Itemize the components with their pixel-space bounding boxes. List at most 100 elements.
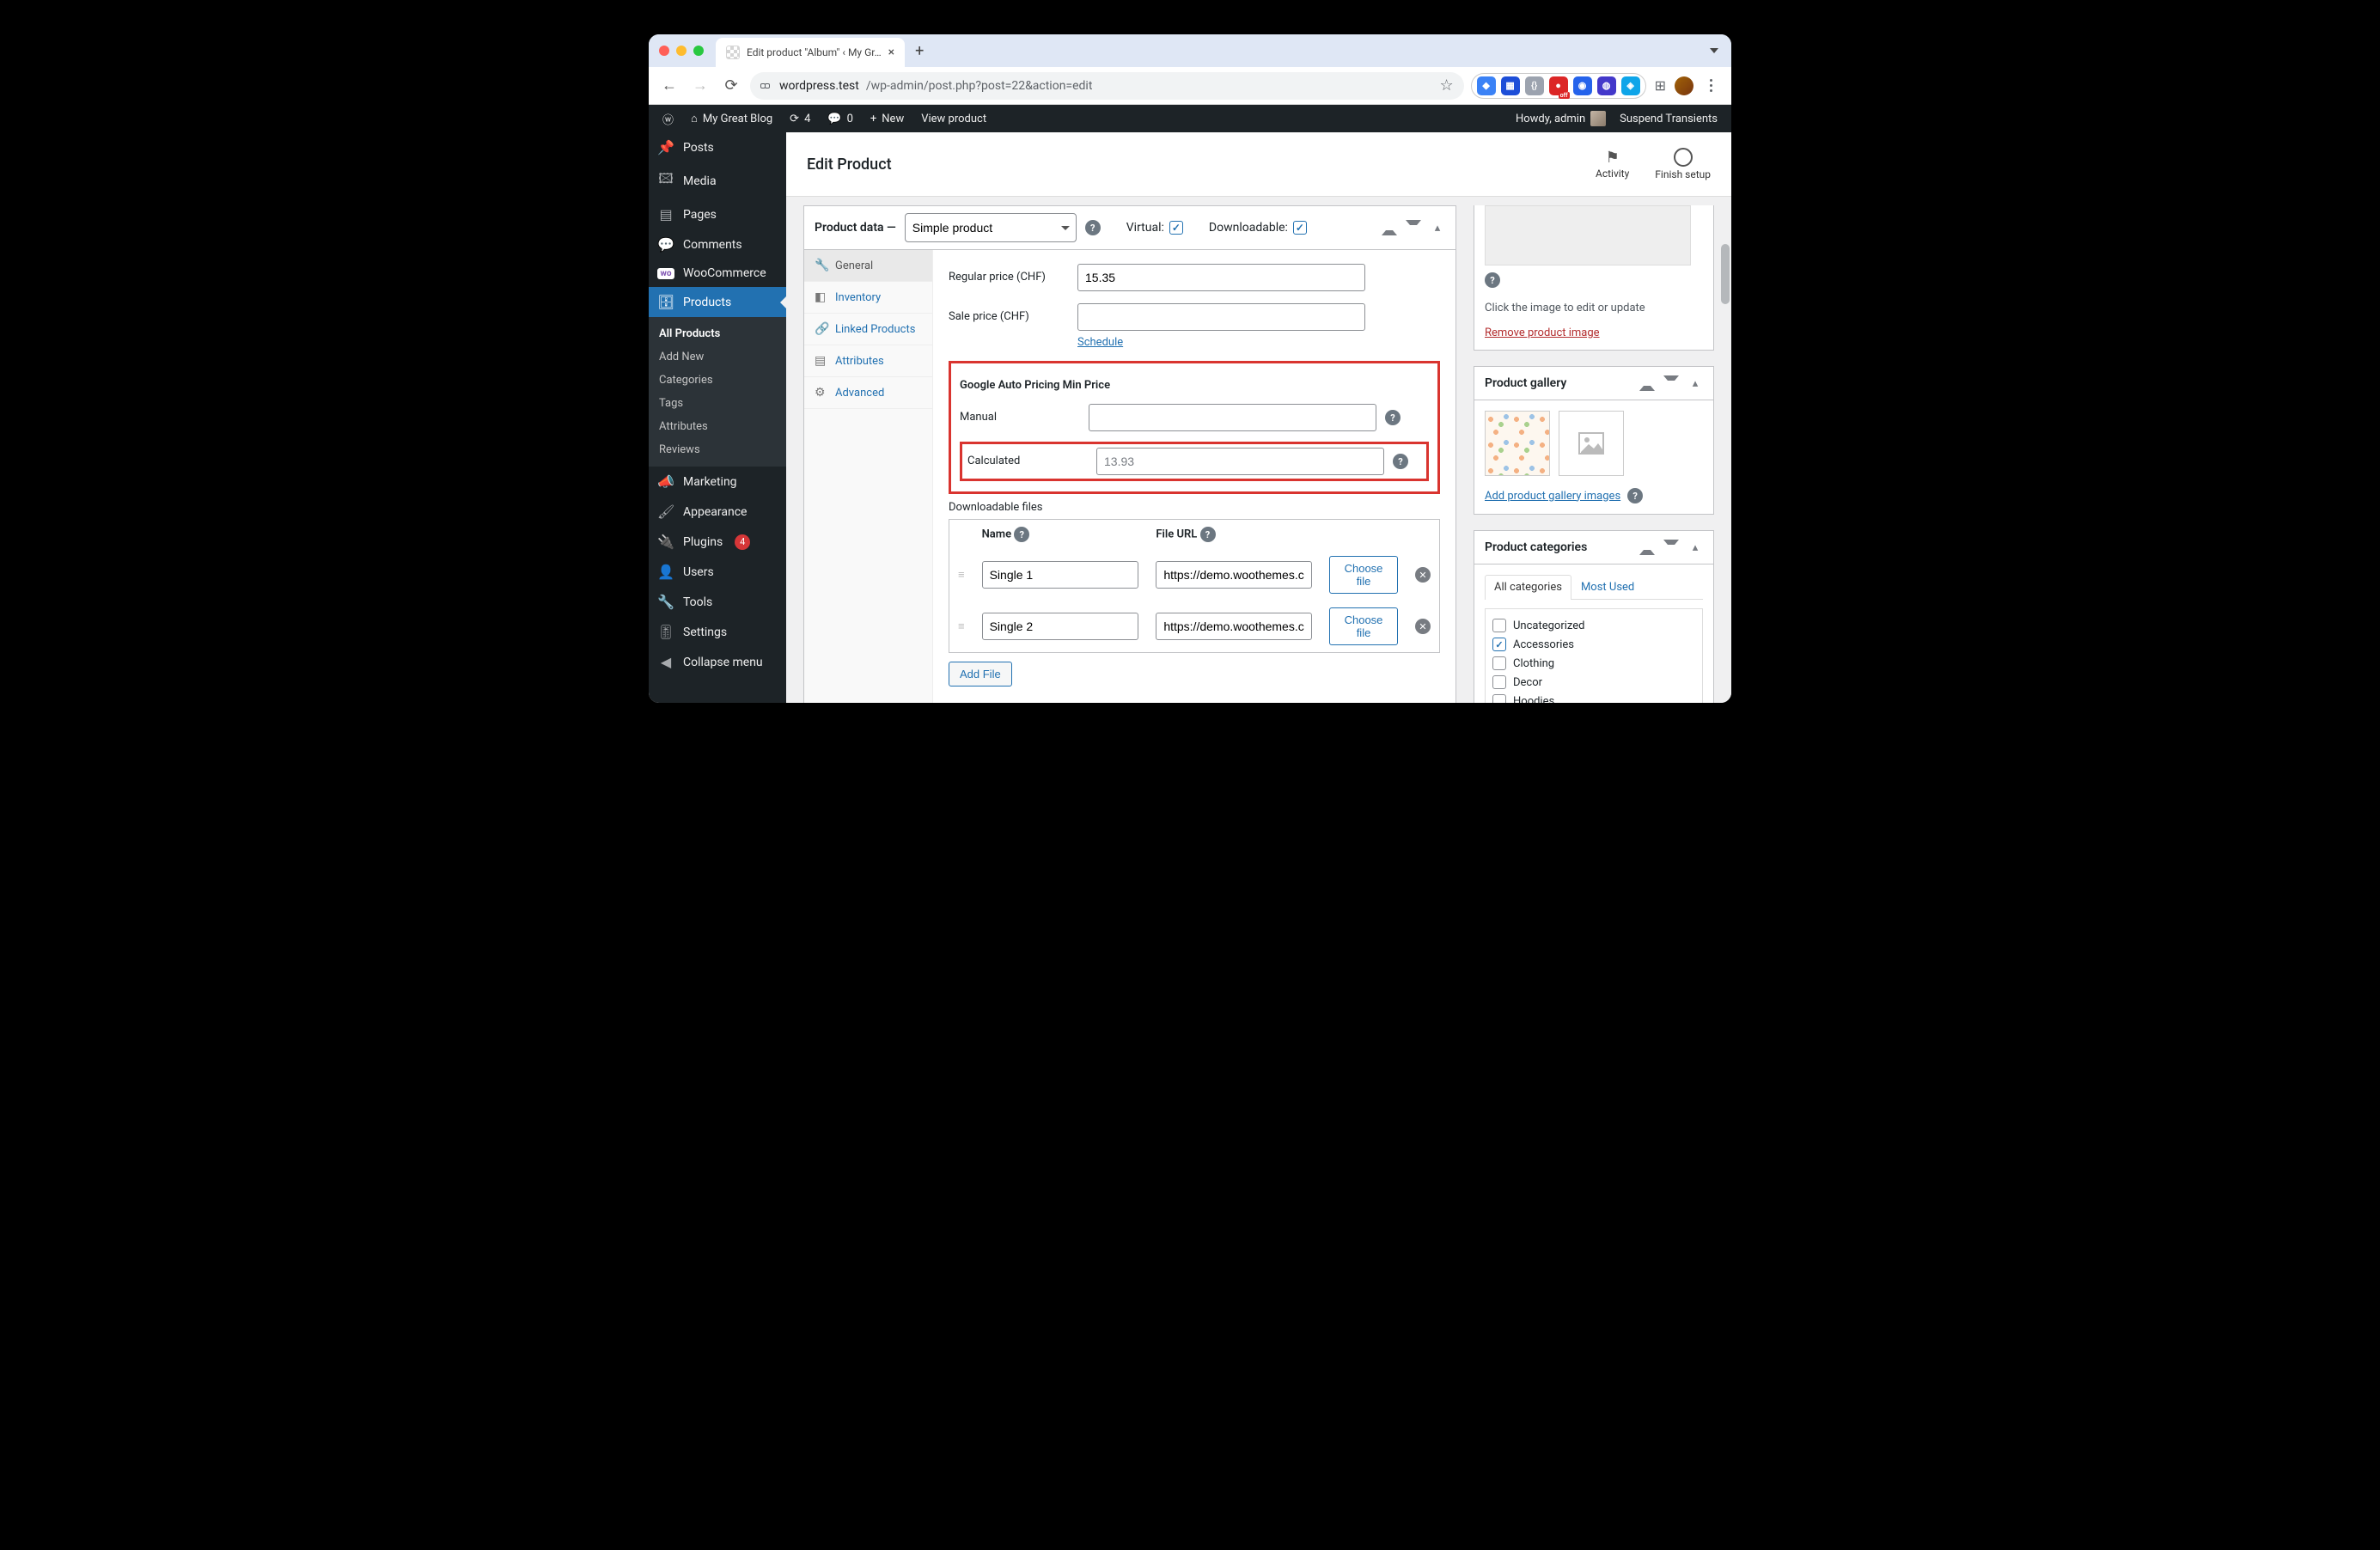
tab-advanced[interactable]: ⚙Advanced [804, 377, 932, 409]
choose-file-button[interactable]: Choose file [1329, 607, 1398, 645]
gallery-thumbnail[interactable] [1485, 411, 1550, 476]
menu-tools[interactable]: 🔧Tools [649, 587, 786, 617]
nav-back-icon[interactable]: ← [657, 74, 681, 98]
extensions-puzzle-icon[interactable]: ⊞ [1651, 77, 1669, 94]
help-icon[interactable]: ? [1014, 527, 1029, 542]
product-type-select[interactable]: Simple product [905, 213, 1077, 242]
scrollbar-thumb[interactable] [1721, 244, 1730, 304]
add-file-button[interactable]: Add File [949, 662, 1012, 687]
menu-plugins[interactable]: 🔌Plugins4 [649, 527, 786, 557]
site-name-link[interactable]: ⌂My Great Blog [684, 105, 779, 132]
remove-product-image-link[interactable]: Remove product image [1485, 326, 1600, 339]
extension-icon[interactable]: ◍ [1597, 76, 1616, 95]
add-gallery-images-link[interactable]: Add product gallery images [1485, 490, 1620, 503]
tab-close-icon[interactable]: × [888, 46, 894, 59]
window-min-dot[interactable] [676, 46, 687, 56]
category-item[interactable]: Clothing [1492, 654, 1695, 673]
drag-handle-icon[interactable]: ≡ [958, 620, 965, 633]
help-icon[interactable]: ? [1085, 220, 1101, 235]
help-icon[interactable]: ? [1393, 454, 1408, 469]
category-tab-all[interactable]: All categories [1485, 575, 1571, 600]
panel-toggle-icon[interactable]: ▴ [1687, 540, 1703, 555]
category-checkbox[interactable] [1492, 619, 1506, 632]
profile-avatar-icon[interactable] [1675, 76, 1693, 95]
category-item[interactable]: Hoodies [1492, 692, 1695, 703]
category-item[interactable]: Accessories [1492, 635, 1695, 654]
window-max-dot[interactable] [693, 46, 704, 56]
panel-down-icon[interactable] [1406, 220, 1421, 235]
wp-logo-icon[interactable]: ⓦ [656, 105, 680, 132]
nav-reload-icon[interactable]: ⟳ [719, 74, 743, 98]
menu-users[interactable]: 👤Users [649, 557, 786, 587]
delete-row-icon[interactable]: ✕ [1415, 567, 1431, 583]
file-url-input[interactable] [1156, 561, 1312, 589]
panel-toggle-icon[interactable]: ▴ [1687, 375, 1703, 391]
extension-icon[interactable]: ◆ [1477, 76, 1496, 95]
menu-woocommerce[interactable]: woWooCommerce [649, 259, 786, 287]
schedule-link[interactable]: Schedule [1077, 336, 1123, 349]
category-checkbox[interactable] [1492, 656, 1506, 670]
menu-media[interactable]: 🖾Media [649, 162, 786, 199]
submenu-reviews[interactable]: Reviews [649, 438, 786, 461]
site-info-icon[interactable] [760, 83, 772, 88]
new-content-link[interactable]: +New [864, 105, 911, 132]
tab-inventory[interactable]: ◧Inventory [804, 282, 932, 314]
sale-price-input[interactable] [1077, 303, 1365, 331]
delete-row-icon[interactable]: ✕ [1415, 619, 1431, 634]
browser-tab[interactable]: Edit product "Album" ‹ My Gr… × [716, 38, 905, 67]
panel-up-icon[interactable] [1639, 375, 1655, 391]
virtual-checkbox[interactable] [1169, 221, 1183, 235]
category-checkbox[interactable] [1492, 675, 1506, 689]
gallery-thumbnail-placeholder[interactable] [1559, 411, 1624, 476]
help-icon[interactable]: ? [1385, 410, 1401, 425]
menu-appearance[interactable]: 🖌Appearance [649, 497, 786, 527]
window-close-dot[interactable] [659, 46, 669, 56]
extension-icon[interactable]: ◈ [1621, 76, 1640, 95]
menu-settings[interactable]: 🎚Settings [649, 617, 786, 647]
chrome-menu-icon[interactable] [1704, 79, 1718, 92]
tab-general[interactable]: 🔧General [804, 250, 932, 282]
submenu-attributes[interactable]: Attributes [649, 415, 786, 438]
category-checkbox[interactable] [1492, 638, 1506, 651]
regular-price-input[interactable] [1077, 264, 1365, 291]
menu-products[interactable]: 🗄Products [649, 287, 786, 317]
category-item[interactable]: Decor [1492, 673, 1695, 692]
tab-linked-products[interactable]: 🔗Linked Products [804, 314, 932, 345]
comments-link[interactable]: 💬0 [821, 105, 860, 132]
extension-icon[interactable]: ◉ [1573, 76, 1592, 95]
help-icon[interactable]: ? [1200, 527, 1216, 542]
panel-down-icon[interactable] [1663, 375, 1679, 391]
menu-collapse[interactable]: ◀Collapse menu [649, 647, 786, 677]
tab-overflow-icon[interactable] [1702, 39, 1726, 63]
file-name-input[interactable] [982, 613, 1139, 640]
view-product-link[interactable]: View product [914, 105, 993, 132]
submenu-add-new[interactable]: Add New [649, 345, 786, 369]
panel-down-icon[interactable] [1663, 540, 1679, 555]
submenu-all-products[interactable]: All Products [649, 322, 786, 345]
howdy-user[interactable]: Howdy, admin [1509, 105, 1613, 132]
suspend-transients-link[interactable]: Suspend Transients [1613, 105, 1724, 132]
help-icon[interactable]: ? [1485, 272, 1500, 288]
downloadable-checkbox[interactable] [1293, 221, 1307, 235]
bookmark-star-icon[interactable]: ☆ [1439, 76, 1453, 95]
submenu-tags[interactable]: Tags [649, 392, 786, 415]
updates-link[interactable]: ⟳4 [783, 105, 817, 132]
file-name-input[interactable] [982, 561, 1139, 589]
tab-attributes[interactable]: ▤Attributes [804, 345, 932, 377]
menu-comments[interactable]: 💬Comments [649, 229, 786, 259]
menu-posts[interactable]: 📌Posts [649, 132, 786, 162]
choose-file-button[interactable]: Choose file [1329, 556, 1398, 594]
extension-icon[interactable]: ●off [1549, 76, 1568, 95]
product-image-preview[interactable] [1485, 205, 1691, 265]
extension-icon[interactable]: {} [1525, 76, 1544, 95]
category-tab-most-used[interactable]: Most Used [1571, 575, 1644, 599]
category-checkbox[interactable] [1492, 694, 1506, 703]
manual-price-input[interactable] [1089, 404, 1376, 431]
new-tab-button[interactable]: + [905, 42, 934, 60]
activity-button[interactable]: Activity [1596, 149, 1629, 180]
address-bar[interactable]: wordpress.test/wp-admin/post.php?post=22… [750, 72, 1464, 100]
submenu-categories[interactable]: Categories [649, 369, 786, 392]
panel-toggle-icon[interactable]: ▴ [1430, 220, 1445, 235]
panel-up-icon[interactable] [1382, 220, 1397, 235]
drag-handle-icon[interactable]: ≡ [958, 569, 965, 582]
